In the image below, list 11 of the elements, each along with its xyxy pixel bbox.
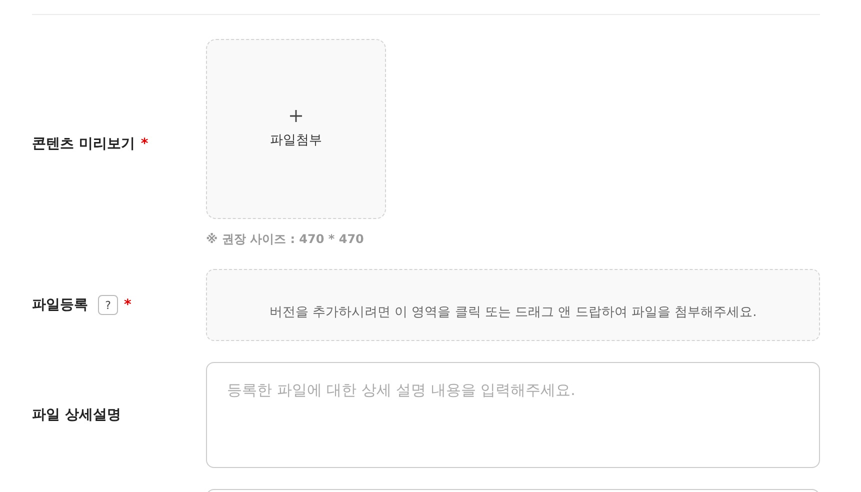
required-mark: * [140,136,148,152]
plus-icon [289,109,303,123]
required-mark: * [124,297,132,313]
description-field[interactable]: 등록한 파일에 대한 상세 설명 내용을 입력해주세요. [206,362,820,468]
field-label: 콘텐츠 미리보기 [32,134,135,152]
upload-button[interactable]: 파일첨부 [206,39,386,219]
file-drop-zone[interactable]: 버전을 추가하시려면 이 영역을 클릭 또는 드래그 앤 드랍하여 파일을 첨부해주세요. [206,269,820,341]
size-note: ※ 권장 사이즈 : 470 * 470 [206,231,364,248]
help-button[interactable]: ? [98,295,118,315]
field-label: 파일 상세설명 [32,406,121,424]
field-label: 파일등록 [32,296,88,314]
